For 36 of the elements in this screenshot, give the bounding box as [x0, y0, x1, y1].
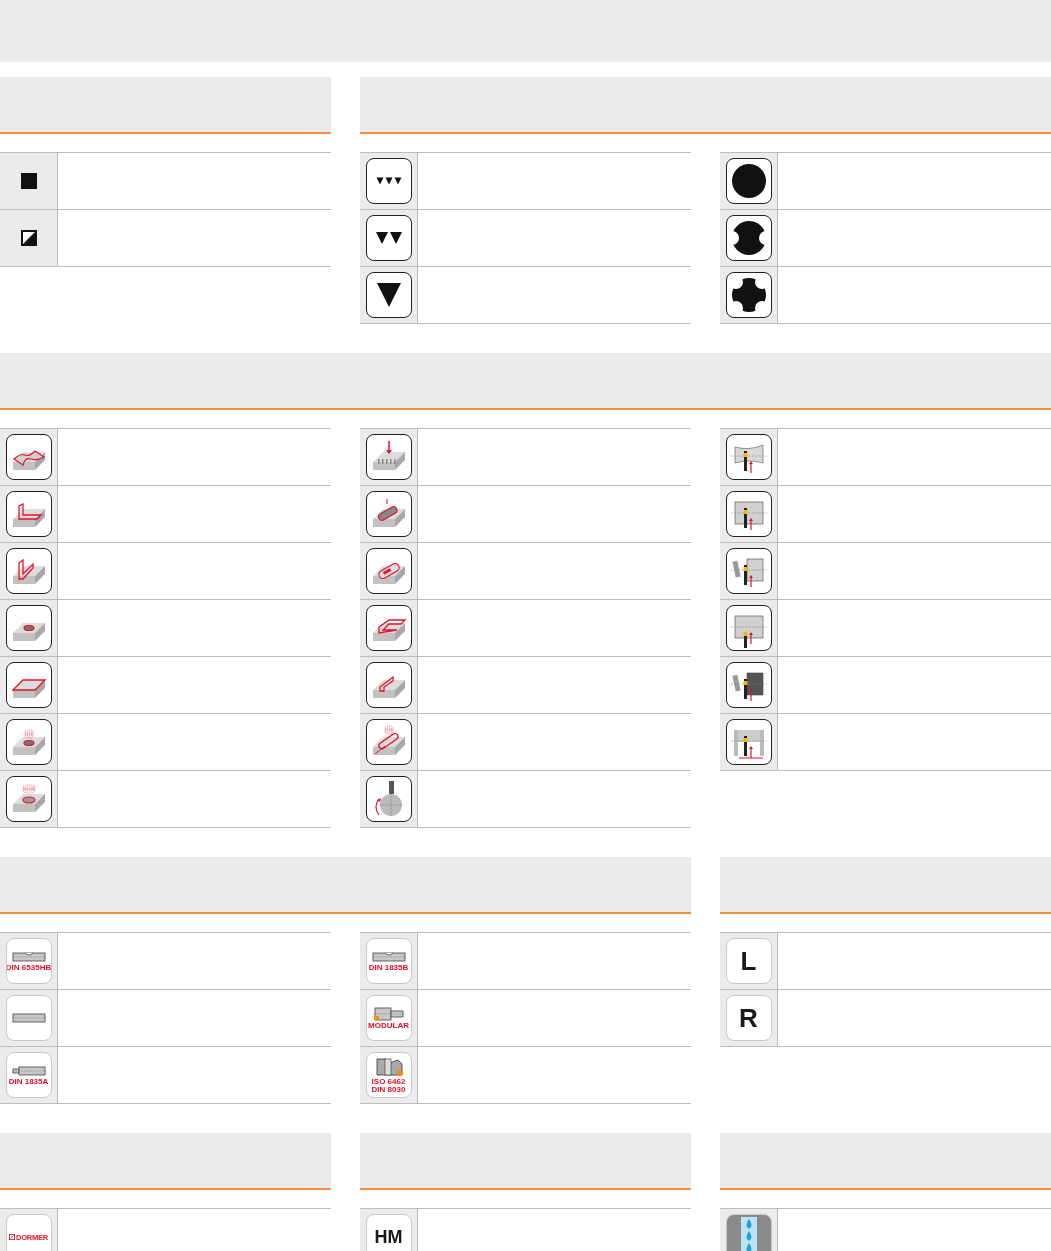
half-filled-square-icon [20, 230, 37, 246]
milling-block-icon [5, 662, 52, 708]
square-icon [20, 173, 37, 189]
milling-block-icon [5, 605, 52, 651]
turning-tool-icon [725, 434, 772, 480]
standard-label: DIN 6535HB [6, 964, 51, 972]
turning-tool-icon [725, 491, 772, 537]
milling-block-icon [365, 719, 412, 765]
shank-icon [370, 1006, 407, 1022]
milling-block-icon [5, 719, 52, 765]
shank-icon [370, 950, 407, 964]
shank-icon [373, 1056, 404, 1078]
milling-block-icon [5, 434, 52, 480]
milling-block-icon [5, 491, 52, 537]
milling-block-icon [365, 548, 412, 594]
shank-icon [10, 950, 47, 964]
icon-letter: L [740, 945, 757, 977]
turning-tool-icon [725, 548, 772, 594]
icon-letter: HM [374, 1226, 403, 1248]
standard-label: DIN 1835A [8, 1078, 49, 1086]
milling-block-icon [5, 548, 52, 594]
standard-label: MODULAR [368, 1022, 409, 1030]
milling-block-icon [5, 776, 52, 822]
milling-block-icon [365, 662, 412, 708]
standard-label: ISO 6462 DIN 8030 [370, 1078, 407, 1094]
milling-block-icon [365, 434, 412, 480]
turning-tool-icon [725, 605, 772, 651]
shank-icon [10, 1011, 47, 1025]
shank-icon [10, 1064, 47, 1078]
logo-mark-icon [8, 1234, 15, 1240]
milling-block-icon [365, 605, 412, 651]
icon-letter: R [739, 1002, 758, 1034]
milling-block-icon [365, 491, 412, 537]
turning-tool-icon [725, 662, 772, 708]
standard-label: DIN 1835B [368, 964, 409, 972]
turning-tool-icon [725, 719, 772, 765]
